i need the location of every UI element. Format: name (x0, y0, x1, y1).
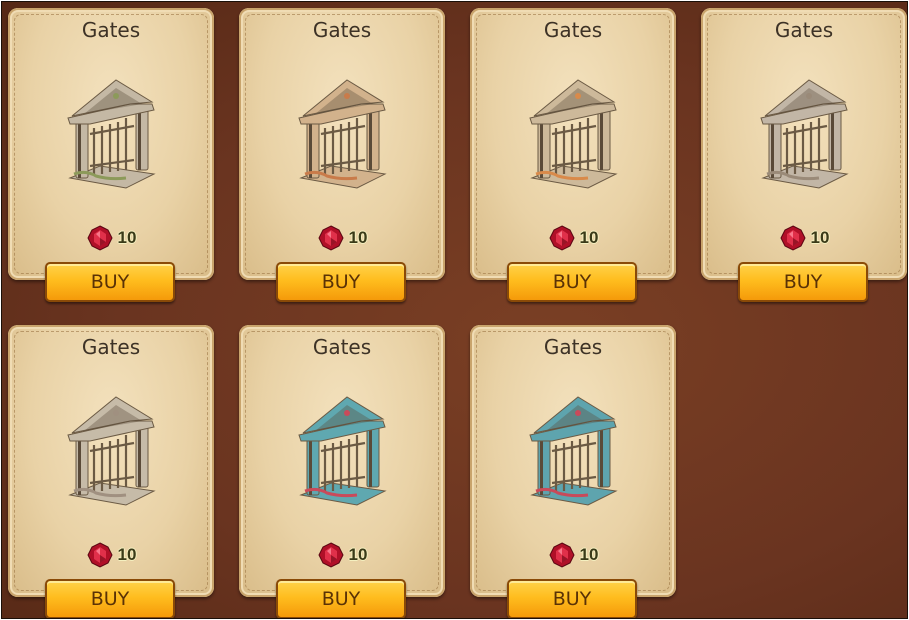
shop-item-card: Gates 10 BUY (701, 8, 907, 302)
price-row: 10 (239, 224, 445, 252)
price-row: 10 (470, 224, 676, 252)
gate-icon[interactable] (528, 74, 618, 192)
item-grid: Gates 10 BUY Gates 10 BUY Gates 10 BUY G… (8, 8, 907, 618)
item-title: Gates (312, 18, 372, 42)
item-title: Gates (774, 18, 834, 42)
item-title: Gates (543, 335, 603, 359)
ruby-gem-icon (779, 225, 806, 251)
price-value: 10 (810, 228, 830, 247)
ruby-gem-icon (86, 542, 113, 568)
price-row: 10 (470, 541, 676, 569)
buy-button[interactable]: BUY (276, 579, 406, 618)
price-value: 10 (117, 545, 137, 564)
shop-panel: Gates 10 BUY Gates 10 BUY Gates 10 BUY G… (1, 1, 908, 619)
item-title: Gates (81, 335, 141, 359)
price-value: 10 (579, 228, 599, 247)
buy-button[interactable]: BUY (45, 579, 175, 618)
shop-item-card: Gates 10 BUY (470, 325, 676, 618)
shop-item-card: Gates 10 BUY (8, 325, 214, 618)
buy-button[interactable]: BUY (507, 579, 637, 618)
item-title: Gates (312, 335, 372, 359)
price-value: 10 (348, 228, 368, 247)
price-value: 10 (348, 545, 368, 564)
gate-icon[interactable] (297, 391, 387, 509)
buy-button[interactable]: BUY (738, 262, 868, 302)
buy-button[interactable]: BUY (276, 262, 406, 302)
ruby-gem-icon (317, 225, 344, 251)
item-title: Gates (81, 18, 141, 42)
price-row: 10 (701, 224, 907, 252)
shop-item-card: Gates 10 BUY (239, 8, 445, 302)
shop-item-card: Gates 10 BUY (8, 8, 214, 302)
gate-icon[interactable] (66, 391, 156, 509)
buy-button[interactable]: BUY (45, 262, 175, 302)
price-value: 10 (579, 545, 599, 564)
gate-icon[interactable] (297, 74, 387, 192)
gate-icon[interactable] (66, 74, 156, 192)
ruby-gem-icon (548, 542, 575, 568)
shop-item-card: Gates 10 BUY (239, 325, 445, 618)
price-row: 10 (239, 541, 445, 569)
price-value: 10 (117, 228, 137, 247)
ruby-gem-icon (548, 225, 575, 251)
ruby-gem-icon (86, 225, 113, 251)
item-title: Gates (543, 18, 603, 42)
gate-icon[interactable] (528, 391, 618, 509)
price-row: 10 (8, 541, 214, 569)
gate-icon[interactable] (759, 74, 849, 192)
buy-button[interactable]: BUY (507, 262, 637, 302)
price-row: 10 (8, 224, 214, 252)
ruby-gem-icon (317, 542, 344, 568)
shop-item-card: Gates 10 BUY (470, 8, 676, 302)
